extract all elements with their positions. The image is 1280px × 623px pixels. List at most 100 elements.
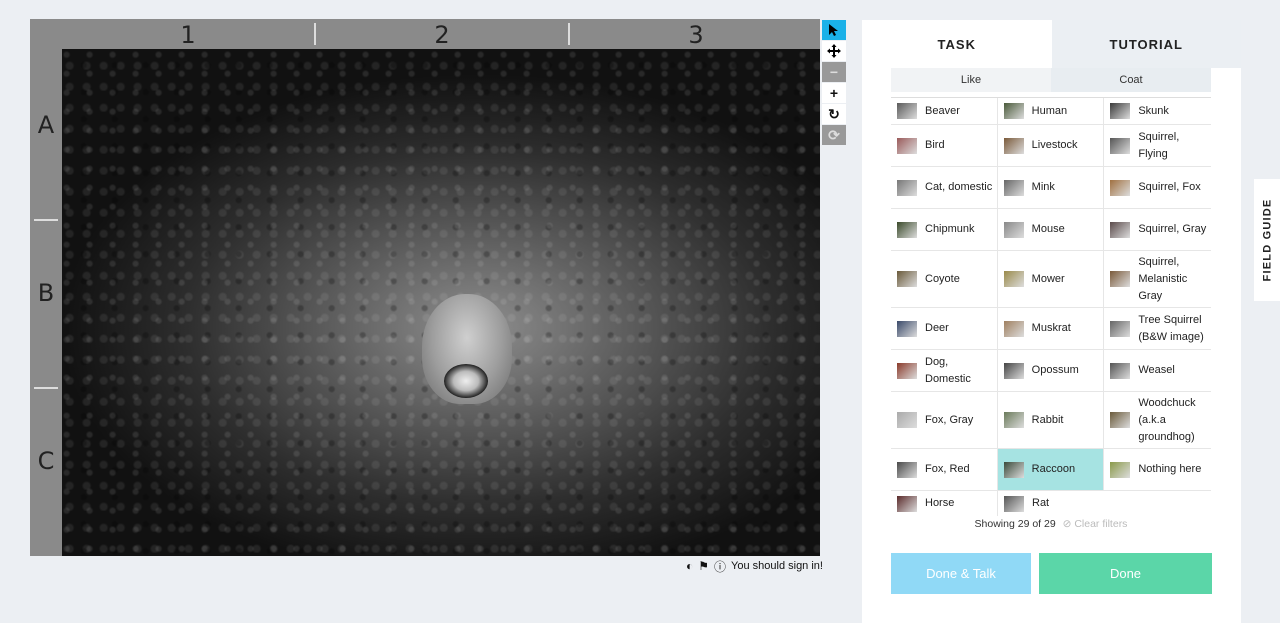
species-thumbnail: [897, 495, 917, 512]
species-label: Livestock: [1031, 139, 1078, 151]
column-label: 1: [180, 21, 196, 49]
done-button[interactable]: Done: [1039, 553, 1212, 594]
species-choice-mink[interactable]: Mink: [998, 167, 1105, 208]
species-choice-deer[interactable]: Deer: [891, 308, 998, 349]
species-thumbnail: [1003, 271, 1024, 287]
species-thumbnail: [897, 271, 917, 287]
move-tool-button[interactable]: [822, 41, 846, 61]
filter-coat-button[interactable]: Coat: [1051, 68, 1211, 92]
species-row: Bird Livestock Squirrel, Flying: [891, 125, 1211, 167]
species-choice-tree-squirrel-b-w-image[interactable]: Tree Squirrel (B&W image): [1104, 308, 1211, 349]
meta-bar: ◐ ⚑ ⓘ You should sign in!: [686, 558, 850, 574]
species-choice-human[interactable]: Human: [998, 98, 1105, 124]
species-thumbnail: [897, 103, 917, 119]
species-choice-weasel[interactable]: Weasel: [1104, 350, 1211, 391]
species-choice-chipmunk[interactable]: Chipmunk: [891, 209, 998, 250]
species-thumbnail: [1003, 221, 1024, 238]
species-thumbnail: [1110, 179, 1131, 196]
species-choice-squirrel-flying[interactable]: Squirrel, Flying: [1104, 125, 1211, 166]
species-choice-coyote[interactable]: Coyote: [891, 251, 998, 307]
arrow-pointer-icon: [829, 24, 838, 36]
species-label: Nothing here: [1138, 463, 1202, 475]
species-thumbnail: [1003, 412, 1024, 428]
species-row: Horse Rat: [891, 491, 1211, 516]
camera-trap-photo[interactable]: [62, 49, 820, 556]
contrast-icon[interactable]: ◐: [686, 559, 693, 573]
species-choice-squirrel-melanistic-gray[interactable]: Squirrel, Melanistic Gray: [1104, 251, 1211, 307]
reset-button[interactable]: ⟳: [822, 125, 846, 145]
reset-icon: ⟳: [828, 126, 840, 143]
tab-task[interactable]: TASK: [862, 20, 1052, 68]
species-label: Coyote: [925, 272, 960, 285]
species-choice-squirrel-gray[interactable]: Squirrel, Gray: [1104, 209, 1211, 250]
species-choice-horse[interactable]: Horse: [891, 491, 998, 516]
species-thumbnail: [897, 461, 917, 478]
task-panel: TASK TUTORIAL Like Coat Beaver Human Skunk…: [862, 20, 1241, 623]
species-thumbnail: [897, 320, 917, 337]
species-label: Squirrel, Flying: [1138, 130, 1180, 160]
plus-icon: +: [829, 85, 839, 101]
species-choice-rat[interactable]: Rat: [998, 491, 1105, 516]
species-choice-skunk[interactable]: Skunk: [1104, 98, 1211, 124]
species-label: Rabbit: [1031, 413, 1064, 426]
row-divider: [34, 387, 58, 389]
clear-filters-link[interactable]: ⊘ Clear filters: [1063, 518, 1128, 530]
species-choice-muskrat[interactable]: Muskrat: [998, 308, 1105, 349]
done-and-talk-button[interactable]: Done & Talk: [891, 553, 1031, 594]
species-choice-rabbit[interactable]: Rabbit: [998, 392, 1105, 448]
species-choice-raccoon[interactable]: Raccoon: [997, 449, 1105, 490]
zoom-in-button[interactable]: +: [822, 83, 846, 103]
species-thumbnail: [1003, 179, 1024, 196]
row-divider: [34, 219, 58, 221]
species-choice-livestock[interactable]: Livestock: [998, 125, 1105, 166]
species-choice-opossum[interactable]: Opossum: [998, 350, 1105, 391]
subject-viewer[interactable]: 1 2 3 A B C: [30, 19, 820, 556]
species-label: Human: [1031, 104, 1068, 117]
raccoon-figure: [422, 294, 512, 404]
species-thumbnail: [1003, 362, 1024, 379]
species-choice-mouse[interactable]: Mouse: [998, 209, 1105, 250]
filter-bar: Like Coat: [891, 68, 1211, 92]
species-thumbnail: [897, 412, 917, 428]
column-label: 3: [688, 21, 704, 49]
tab-tutorial[interactable]: TUTORIAL: [1051, 20, 1241, 68]
flag-icon[interactable]: ⚑: [698, 559, 709, 573]
species-choice-cat-domestic[interactable]: Cat, domestic: [891, 167, 998, 208]
species-label: Cat, domestic: [925, 181, 993, 193]
panel-tabs: TASK TUTORIAL: [862, 20, 1241, 68]
species-row: Dog, Domestic Opossum Weasel: [891, 350, 1211, 392]
species-choice-beaver[interactable]: Beaver: [891, 98, 998, 124]
filter-like-button[interactable]: Like: [891, 68, 1051, 92]
signin-message: You should sign in!: [731, 560, 823, 572]
species-label: Mink: [1031, 181, 1055, 193]
species-choice-bird[interactable]: Bird: [891, 125, 998, 166]
species-choice-woodchuck-a-k-a-groundhog[interactable]: Woodchuck (a.k.a groundhog): [1104, 392, 1211, 448]
zoom-out-button[interactable]: −: [822, 62, 846, 82]
species-label: Fox, Red: [925, 463, 970, 475]
species-choice-dog-domestic[interactable]: Dog, Domestic: [891, 350, 998, 391]
row-label: C: [37, 447, 55, 475]
species-row: Beaver Human Skunk: [891, 98, 1211, 125]
info-icon[interactable]: ⓘ: [714, 558, 726, 575]
species-choice-squirrel-fox[interactable]: Squirrel, Fox: [1104, 167, 1211, 208]
species-label: Deer: [925, 322, 949, 334]
species-label: Dog, Domestic: [925, 355, 971, 385]
species-label: Bird: [925, 139, 945, 151]
species-thumbnail: [1110, 412, 1131, 428]
species-choice-mower[interactable]: Mower: [998, 251, 1105, 307]
species-label: Tree Squirrel (B&W image): [1138, 313, 1204, 343]
rotate-button[interactable]: ↻: [822, 104, 846, 124]
species-thumbnail: [1003, 137, 1024, 154]
showing-count: Showing 29 of 29 ⊘ Clear filters: [891, 518, 1211, 530]
field-guide-tab[interactable]: FIELD GUIDE: [1254, 179, 1280, 301]
select-tool-button[interactable]: [822, 20, 846, 40]
species-label: Mouse: [1031, 223, 1065, 235]
species-thumbnail: [897, 179, 917, 196]
species-thumbnail: [1003, 320, 1024, 337]
species-choice-fox-red[interactable]: Fox, Red: [891, 449, 998, 490]
species-choice-fox-gray[interactable]: Fox, Gray: [891, 392, 998, 448]
species-label: Woodchuck (a.k.a groundhog): [1138, 396, 1196, 443]
species-choice-nothing-here[interactable]: Nothing here: [1104, 449, 1211, 490]
species-thumbnail: [897, 362, 917, 379]
minus-icon: −: [829, 64, 839, 80]
